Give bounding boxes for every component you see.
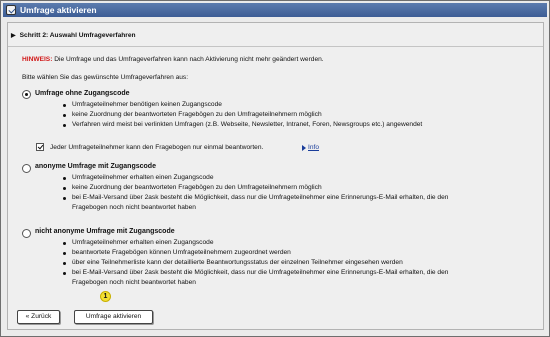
radio-nicht-anonym-zugangscode[interactable] xyxy=(22,229,31,238)
list-item: keine Zuordnung der beantworteten Frageb… xyxy=(63,183,448,193)
divider xyxy=(8,46,543,47)
option-2-bullets: Umfrageteilnehmer erhalten einen Zugangs… xyxy=(63,173,448,203)
option-title-ohne-zugangscode[interactable]: Umfrage ohne Zugangscode xyxy=(35,90,130,97)
list-item: bei E-Mail-Versand über 2ask besteht die… xyxy=(63,193,448,203)
once-only-checkbox[interactable] xyxy=(36,143,44,151)
info-link[interactable]: Info xyxy=(308,144,319,151)
radio-anonym-zugangscode[interactable] xyxy=(22,164,31,173)
list-item: Umfrageteilnehmer erhalten einen Zugangs… xyxy=(63,173,448,183)
notice-text: HINWEIS: Die Umfrage und das Umfrageverf… xyxy=(22,56,324,63)
option-3-bullets: Umfrageteilnehmer erhalten einen Zugangs… xyxy=(63,238,448,278)
window-title: Umfrage aktivieren xyxy=(20,5,97,15)
option-title-nicht-anonym-zugangscode[interactable]: nicht anonyme Umfrage mit Zugangscode xyxy=(35,228,175,235)
list-item: Verfahren wird meist bei verlinkten Umfr… xyxy=(63,120,422,130)
list-item-continuation: Fragebogen noch nicht beantwortet haben xyxy=(72,279,196,286)
back-button[interactable]: « Zurück xyxy=(17,310,60,324)
once-only-label[interactable]: Jeder Umfrageteilnehmer kann den Fragebo… xyxy=(50,144,263,151)
survey-icon xyxy=(6,5,16,15)
dialog-frame: Umfrage aktivieren ▶ Schritt 2: Auswahl U… xyxy=(0,0,550,337)
radio-ohne-zugangscode[interactable] xyxy=(22,90,31,99)
activate-survey-button[interactable]: Umfrage aktivieren xyxy=(74,310,153,324)
list-item: keine Zuordnung der beantworteten Frageb… xyxy=(63,110,422,120)
arrow-right-icon: ▶ xyxy=(11,33,16,39)
content-panel: ▶ Schritt 2: Auswahl Umfrageverfahren HIN… xyxy=(7,22,544,330)
title-bar: Umfrage aktivieren xyxy=(3,3,547,17)
list-item-continuation: Fragebogen noch nicht beantwortet haben xyxy=(72,204,196,211)
list-item: beantwortete Fragebögen können Umfragete… xyxy=(63,248,448,258)
list-item: Umfrageteilnehmer benötigen keinen Zugan… xyxy=(63,100,422,110)
notice-body: Die Umfrage und das Umfrageverfahren kan… xyxy=(52,56,324,63)
step-marker-badge: 1 xyxy=(100,291,111,302)
list-item: über eine Teilnehmerliste kann der detai… xyxy=(63,258,448,268)
info-arrow-icon xyxy=(302,145,306,151)
step-label: Schritt 2: Auswahl Umfrageverfahren xyxy=(19,32,136,39)
selection-prompt: Bitte wählen Sie das gewünschte Umfragev… xyxy=(22,74,189,81)
step-heading: ▶ Schritt 2: Auswahl Umfrageverfahren xyxy=(11,32,136,39)
option-title-anonym-zugangscode[interactable]: anonyme Umfrage mit Zugangscode xyxy=(35,163,156,170)
notice-highlight: HINWEIS: xyxy=(22,56,53,63)
option-1-bullets: Umfrageteilnehmer benötigen keinen Zugan… xyxy=(63,100,422,130)
list-item: bei E-Mail-Versand über 2ask besteht die… xyxy=(63,268,448,278)
list-item: Umfrageteilnehmer erhalten einen Zugangs… xyxy=(63,238,448,248)
